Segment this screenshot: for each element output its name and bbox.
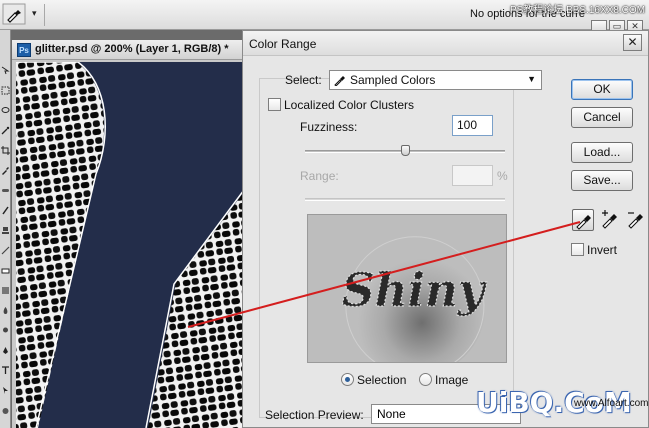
image-radio-label: Image	[435, 373, 469, 387]
marquee-tool-icon[interactable]	[1, 86, 10, 95]
tool-preset-arrow[interactable]: ▾	[32, 8, 37, 19]
fuzziness-label: Fuzziness:	[300, 120, 358, 134]
localized-clusters-label: Localized Color Clusters	[284, 98, 415, 112]
dropdown-arrow-icon: ▼	[527, 74, 536, 84]
fuzziness-slider-thumb[interactable]	[400, 145, 410, 156]
subtract-from-sample-button[interactable]	[625, 209, 647, 231]
fuzziness-input[interactable]: 100	[452, 115, 493, 136]
eyedropper-icon[interactable]	[2, 3, 26, 25]
document-canvas[interactable]	[16, 62, 244, 428]
eyedropper-icon	[334, 76, 345, 86]
type-tool-icon[interactable]	[1, 366, 10, 375]
document-title: glitter.psd @ 200% (Layer 1, RGB/8) *	[35, 43, 229, 55]
hand-tool-icon[interactable]	[1, 406, 10, 415]
eyedropper-plus-icon	[602, 210, 617, 229]
invert-label: Invert	[587, 243, 618, 257]
healing-tool-icon[interactable]	[1, 186, 10, 195]
crop-tool-icon[interactable]	[1, 146, 10, 155]
image-radio[interactable]	[419, 373, 432, 386]
lasso-tool-icon[interactable]	[1, 106, 10, 115]
toolbox-eyedropper-icon[interactable]	[1, 166, 10, 175]
forum-watermark: PS教程论坛 BBS.16XX8.COM	[509, 5, 645, 16]
eyedropper-button[interactable]	[572, 209, 594, 231]
path-selection-icon[interactable]	[1, 386, 10, 395]
select-dropdown[interactable]: Sampled Colors ▼	[329, 70, 542, 90]
dialog-titlebar[interactable]: Color Range ✕	[243, 31, 648, 56]
select-value: Sampled Colors	[350, 73, 436, 87]
selection-radio-label: Selection	[357, 373, 407, 387]
invert-checkbox[interactable]	[571, 243, 584, 256]
ok-button[interactable]: OK	[571, 79, 633, 100]
preview-text: Shiny	[342, 263, 487, 317]
history-brush-icon[interactable]	[1, 246, 10, 255]
selection-preview-image[interactable]: Shiny	[307, 214, 507, 363]
localized-clusters-checkbox[interactable]	[268, 98, 281, 111]
move-tool-icon[interactable]	[1, 66, 10, 75]
options-bar: ▾ No options for the curre PS教程论坛 BBS.16…	[0, 0, 649, 33]
eraser-tool-icon[interactable]	[1, 266, 10, 275]
stamp-tool-icon[interactable]	[1, 226, 10, 235]
options-separator	[44, 4, 45, 26]
document-tab[interactable]: Ps glitter.psd @ 200% (Layer 1, RGB/8) *	[12, 40, 244, 60]
brush-tool-icon[interactable]	[1, 206, 10, 215]
color-range-dialog: Color Range ✕ Select: Sampled Colors ▼ L…	[242, 30, 649, 428]
eyedropper-icon	[576, 215, 591, 230]
selection-radio[interactable]	[341, 373, 354, 386]
pen-tool-icon[interactable]	[1, 346, 10, 355]
save-button[interactable]: Save...	[571, 170, 633, 191]
cancel-button[interactable]: Cancel	[571, 107, 633, 128]
blur-tool-icon[interactable]	[1, 306, 10, 315]
gradient-tool-icon[interactable]	[1, 286, 10, 295]
range-slider	[305, 198, 505, 201]
add-to-sample-button[interactable]	[599, 209, 621, 231]
magic-wand-tool-icon[interactable]	[1, 126, 10, 135]
document-window: Ps glitter.psd @ 200% (Layer 1, RGB/8) *	[12, 40, 244, 428]
range-input[interactable]	[452, 165, 493, 186]
eyedropper-minus-icon	[628, 212, 643, 229]
photoshop-icon: Ps	[17, 43, 31, 57]
selection-preview-label: Selection Preview:	[265, 408, 364, 422]
dialog-title: Color Range	[249, 37, 317, 51]
tools-panel	[0, 30, 11, 428]
range-label: Range:	[300, 169, 339, 183]
range-unit: %	[497, 169, 508, 183]
dodge-tool-icon[interactable]	[1, 326, 10, 335]
load-button[interactable]: Load...	[571, 142, 633, 163]
select-label: Select:	[285, 73, 322, 87]
dialog-close-button[interactable]: ✕	[623, 34, 642, 51]
site-watermark-secondary: www.Alfoart.com	[574, 398, 649, 409]
